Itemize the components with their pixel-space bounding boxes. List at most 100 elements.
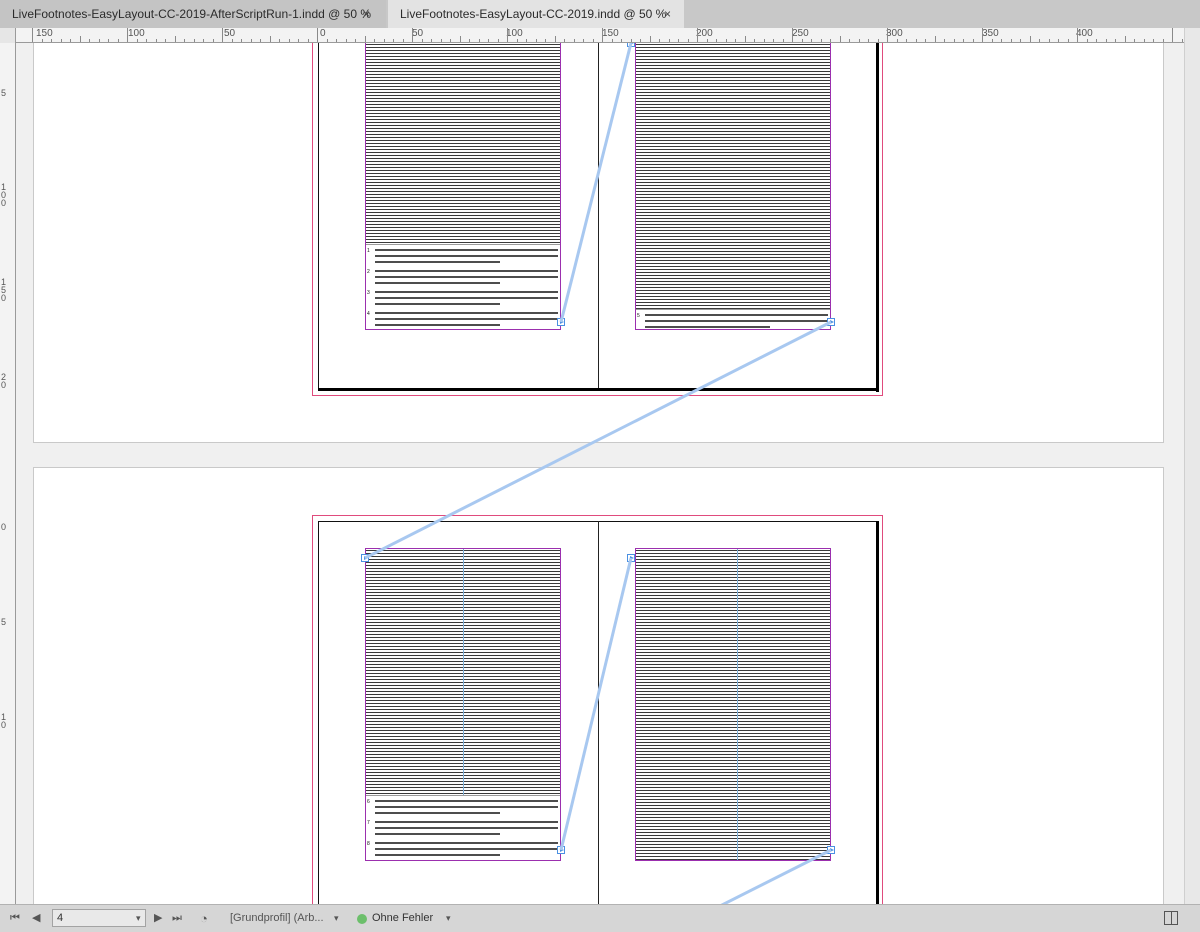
footnote-text xyxy=(645,326,770,328)
ruler-tick xyxy=(773,39,774,42)
text-frame-in-port[interactable] xyxy=(361,554,369,562)
ruler-tick xyxy=(393,39,394,42)
footnote-text xyxy=(375,291,558,293)
footnote-number: 6 xyxy=(367,799,370,805)
footnote-text xyxy=(375,812,500,814)
footnote-text xyxy=(375,806,558,808)
ruler-label: 5 xyxy=(1,88,7,98)
text-frame[interactable] xyxy=(635,548,831,861)
ruler-tick xyxy=(602,28,603,42)
vertical-ruler[interactable]: 5 1 0 0 1 5 0 2 0 0 5 1 0 xyxy=(0,43,16,904)
profile-label[interactable]: [Grundprofil] (Arb... xyxy=(230,905,324,932)
footnote-area: 5 xyxy=(636,309,830,329)
page-number-field[interactable]: 4 xyxy=(52,909,146,927)
ruler-tick xyxy=(555,36,556,42)
ruler-tick xyxy=(878,39,879,42)
ruler-tick xyxy=(621,39,622,42)
ruler-tick xyxy=(1058,39,1059,42)
ruler-tick xyxy=(1030,36,1031,42)
chevron-down-icon[interactable]: ▾ xyxy=(136,905,141,932)
ruler-tick xyxy=(811,39,812,42)
ruler-tick xyxy=(279,39,280,42)
tab-document-after-script-run[interactable]: LiveFootnotes-EasyLayout-CC-2019-AfterSc… xyxy=(0,0,386,28)
footnote-text xyxy=(375,297,558,299)
previous-page-icon[interactable]: ◀ xyxy=(32,905,40,932)
text-frame-out-port[interactable] xyxy=(827,318,835,326)
close-tab-icon[interactable]: × xyxy=(363,0,370,28)
ruler-tick xyxy=(251,39,252,42)
ruler-tick xyxy=(1087,39,1088,42)
chevron-down-icon[interactable]: ▾ xyxy=(334,905,339,932)
ruler-tick xyxy=(146,39,147,42)
document-canvas[interactable]: 1 2 3 4 5 6 7 8 xyxy=(16,43,1184,904)
text-frame-in-port[interactable] xyxy=(627,43,635,47)
ruler-tick xyxy=(1125,36,1126,42)
tab-label: LiveFootnotes-EasyLayout-CC-2019.indd @ … xyxy=(400,7,667,21)
text-frame[interactable]: 5 xyxy=(635,43,831,330)
footnote-number: 7 xyxy=(367,820,370,826)
text-frame-out-port[interactable] xyxy=(557,846,565,854)
ruler-tick xyxy=(355,39,356,42)
footnote-area: 6 7 8 xyxy=(366,795,560,860)
close-tab-icon[interactable]: × xyxy=(664,0,671,28)
ruler-tick xyxy=(260,39,261,42)
ruler-tick xyxy=(298,39,299,42)
ruler-tick xyxy=(422,39,423,42)
last-page-icon[interactable]: ⏭ xyxy=(172,905,182,932)
next-page-icon[interactable]: ▶ xyxy=(154,905,162,932)
ruler-tick xyxy=(897,39,898,42)
ruler-label: 50 xyxy=(224,28,236,39)
text-frame-out-port[interactable] xyxy=(827,846,835,854)
ruler-tick xyxy=(859,39,860,42)
ruler-tick xyxy=(1106,39,1107,42)
page-shadow xyxy=(876,43,879,392)
ruler-tick xyxy=(1068,39,1069,42)
text-frame[interactable]: 6 7 8 xyxy=(365,548,561,861)
ruler-origin-corner[interactable] xyxy=(0,28,16,43)
vertical-scrollbar[interactable] xyxy=(1184,28,1200,904)
ruler-tick xyxy=(1039,39,1040,42)
chevron-down-icon[interactable]: ▾ xyxy=(446,905,451,932)
footnote-text xyxy=(375,261,500,263)
first-page-icon[interactable]: ⏮ xyxy=(10,905,20,932)
ruler-tick xyxy=(1077,28,1078,42)
ruler-label: 1 0 xyxy=(1,712,7,730)
ruler-tick xyxy=(697,28,698,42)
text-frame-in-port[interactable] xyxy=(627,554,635,562)
footnote-number: 1 xyxy=(367,248,370,254)
ruler-tick xyxy=(745,36,746,42)
horizontal-ruler[interactable]: 150 100 50 0 50 100 150 200 250 300 350 … xyxy=(16,28,1184,43)
ruler-tick xyxy=(726,39,727,42)
ruler-tick xyxy=(840,36,841,42)
split-window-icon[interactable] xyxy=(1164,911,1178,925)
ruler-tick xyxy=(1134,39,1135,42)
ruler-tick xyxy=(1049,39,1050,42)
ruler-tick xyxy=(526,39,527,42)
footnote-text xyxy=(375,324,500,326)
footnote-text xyxy=(645,314,828,316)
open-page-icon[interactable]: ◔ xyxy=(200,905,208,932)
ruler-tick xyxy=(764,39,765,42)
text-frame-out-port[interactable] xyxy=(557,318,565,326)
footnote-text xyxy=(375,842,558,844)
ruler-tick xyxy=(42,39,43,42)
ruler-tick xyxy=(716,39,717,42)
ruler-tick xyxy=(887,28,888,42)
ruler-tick xyxy=(1096,39,1097,42)
ruler-tick xyxy=(488,39,489,42)
tab-document-livefootnotes[interactable]: LiveFootnotes-EasyLayout-CC-2019.indd @ … xyxy=(388,0,684,28)
preflight-status-label[interactable]: Ohne Fehler xyxy=(372,905,433,932)
ruler-tick xyxy=(308,39,309,42)
ruler-tick xyxy=(707,39,708,42)
ruler-tick xyxy=(1172,28,1173,42)
ruler-tick xyxy=(175,36,176,42)
text-frame[interactable]: 1 2 3 4 xyxy=(365,43,561,330)
ruler-tick xyxy=(735,39,736,42)
ruler-tick xyxy=(70,39,71,42)
ruler-tick xyxy=(441,39,442,42)
ruler-tick xyxy=(289,39,290,42)
footnote-text xyxy=(645,320,828,322)
ruler-tick xyxy=(184,39,185,42)
ruler-label: 100 xyxy=(128,28,145,39)
spine-line xyxy=(598,43,599,389)
